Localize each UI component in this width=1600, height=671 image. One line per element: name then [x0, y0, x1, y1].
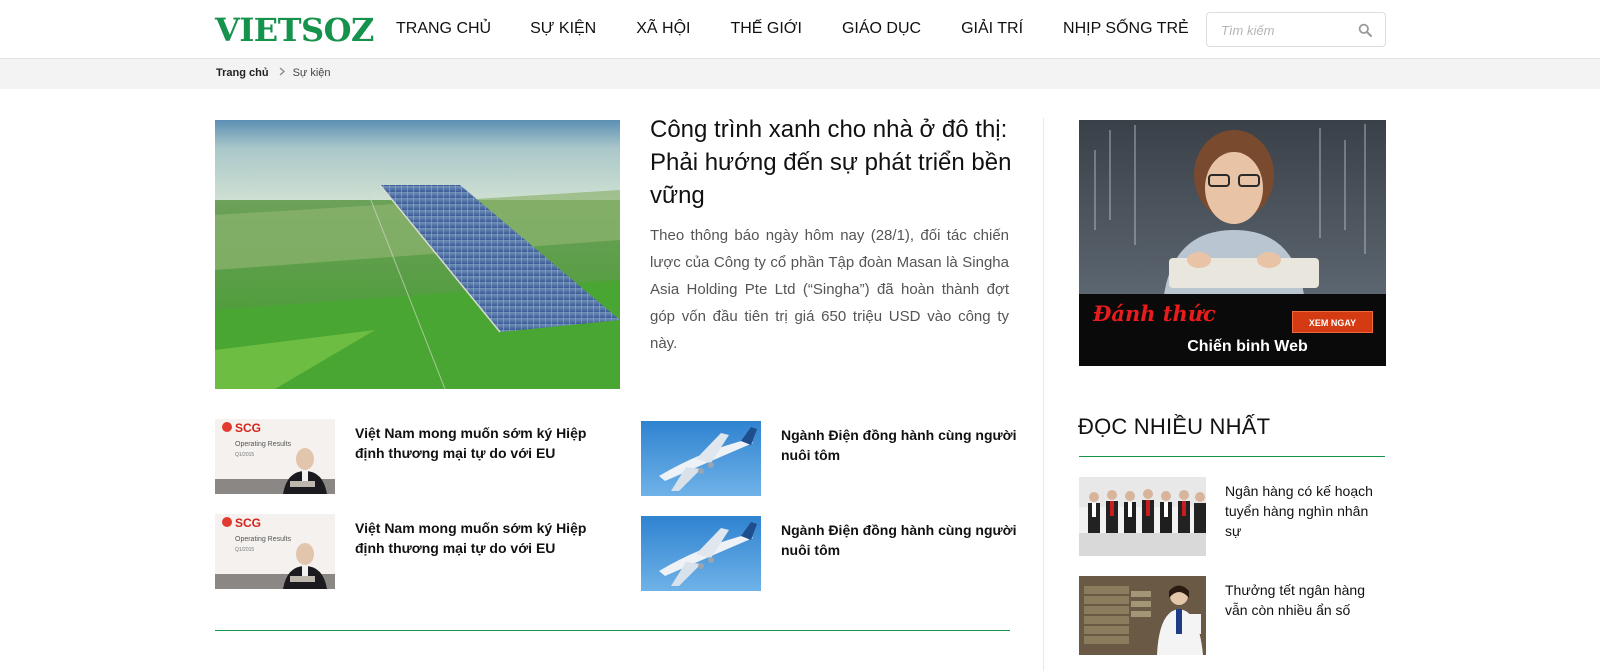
- section-divider: [215, 630, 1010, 631]
- site-logo[interactable]: VIETSOZ: [215, 10, 374, 50]
- main-nav: TRANG CHỦ SỰ KIỆN XÃ HỘI THẾ GIỚI GIÁO D…: [396, 0, 1189, 58]
- breadcrumb-home[interactable]: Trang chủ: [216, 67, 269, 79]
- nav-item-xa-hoi[interactable]: XÃ HỘI: [636, 20, 690, 38]
- search-input[interactable]: [1221, 21, 1351, 39]
- press-conference-thumbnail[interactable]: SCG Operating Results Q1/2015: [215, 514, 335, 589]
- nav-item-giao-duc[interactable]: GIÁO DỤC: [842, 20, 921, 38]
- list-item[interactable]: Ngân hàng có kế hoạch tuyển hàng nghìn n…: [1079, 477, 1385, 557]
- most-read-divider: [1079, 456, 1385, 457]
- bank-staff-thumbnail[interactable]: [1079, 477, 1206, 556]
- search-icon[interactable]: [1358, 23, 1372, 37]
- breadcrumb-current: Sự kiện: [292, 67, 331, 79]
- breadcrumb-bar: Trang chủ Sự kiện: [0, 59, 1600, 89]
- list-item[interactable]: Ngành Điện đồng hành cùng người nuôi tôm: [641, 421, 1041, 497]
- featured-title[interactable]: Công trình xanh cho nhà ở đô thị: Phải h…: [650, 113, 1020, 212]
- search-box: [1206, 12, 1386, 47]
- column-divider: [1043, 118, 1044, 671]
- list-item[interactable]: Ngành Điện đồng hành cùng người nuôi tôm: [641, 516, 1041, 592]
- article-title[interactable]: Việt Nam mong muốn sớm ký Hiệp định thươ…: [355, 518, 615, 558]
- airplane-thumbnail[interactable]: [641, 421, 761, 496]
- featured-description: Theo thông báo ngày hôm nay (28/1), đối …: [650, 227, 1009, 352]
- nav-item-the-gioi[interactable]: THẾ GIỚI: [730, 20, 802, 38]
- article-title[interactable]: Ngành Điện đồng hành cùng người nuôi tôm: [781, 425, 1041, 465]
- airplane-thumbnail[interactable]: [641, 516, 761, 591]
- bank-teller-thumbnail[interactable]: [1079, 576, 1206, 655]
- article-title[interactable]: Việt Nam mong muốn sớm ký Hiệp định thươ…: [355, 423, 615, 463]
- thumb-brand: SCG: [235, 516, 261, 530]
- most-read-heading: ĐỌC NHIỀU NHẤT: [1078, 414, 1271, 439]
- thumb-caption: Operating Results: [235, 536, 292, 543]
- article-title[interactable]: Thưởng tết ngân hàng vẫn còn nhiều ẩn số: [1225, 580, 1385, 620]
- ad-subline: Chiến binh Web: [1187, 338, 1308, 355]
- thumb-date: Q1/2015: [235, 547, 254, 553]
- list-item[interactable]: Thưởng tết ngân hàng vẫn còn nhiều ẩn số: [1079, 576, 1385, 656]
- nav-item-trang-chu[interactable]: TRANG CHỦ: [396, 20, 491, 38]
- article-title[interactable]: Ngành Điện đồng hành cùng người nuôi tôm: [781, 520, 1041, 560]
- nav-item-nhip-song-tre[interactable]: NHỊP SỐNG TRẺ: [1063, 20, 1189, 38]
- thumb-brand: SCG: [235, 421, 261, 435]
- featured-image[interactable]: [215, 120, 620, 389]
- press-conference-thumbnail[interactable]: SCG Operating Results Q1/2015: [215, 419, 335, 494]
- nav-item-giai-tri[interactable]: GIẢI TRÍ: [961, 20, 1023, 38]
- list-item[interactable]: SCG Operating Results Q1/2015 Việt Nam m…: [215, 419, 615, 495]
- ad-cta-button[interactable]: XEM NGAY: [1292, 311, 1373, 333]
- list-item[interactable]: SCG Operating Results Q1/2015 Việt Nam m…: [215, 514, 615, 590]
- thumb-date: Q1/2015: [235, 452, 254, 458]
- thumb-caption: Operating Results: [235, 441, 292, 448]
- chevron-right-icon: [279, 67, 285, 79]
- site-header: VIETSOZ TRANG CHỦ SỰ KIỆN XÃ HỘI THẾ GIỚ…: [0, 0, 1600, 59]
- ad-headline: Đánh thức: [1093, 301, 1216, 326]
- sidebar-ad-banner[interactable]: Đánh thức XEM NGAY Chiến binh Web: [1079, 120, 1386, 366]
- article-title[interactable]: Ngân hàng có kế hoạch tuyển hàng nghìn n…: [1225, 481, 1385, 541]
- nav-item-su-kien[interactable]: SỰ KIỆN: [530, 20, 596, 38]
- breadcrumb: Trang chủ Sự kiện: [216, 67, 331, 79]
